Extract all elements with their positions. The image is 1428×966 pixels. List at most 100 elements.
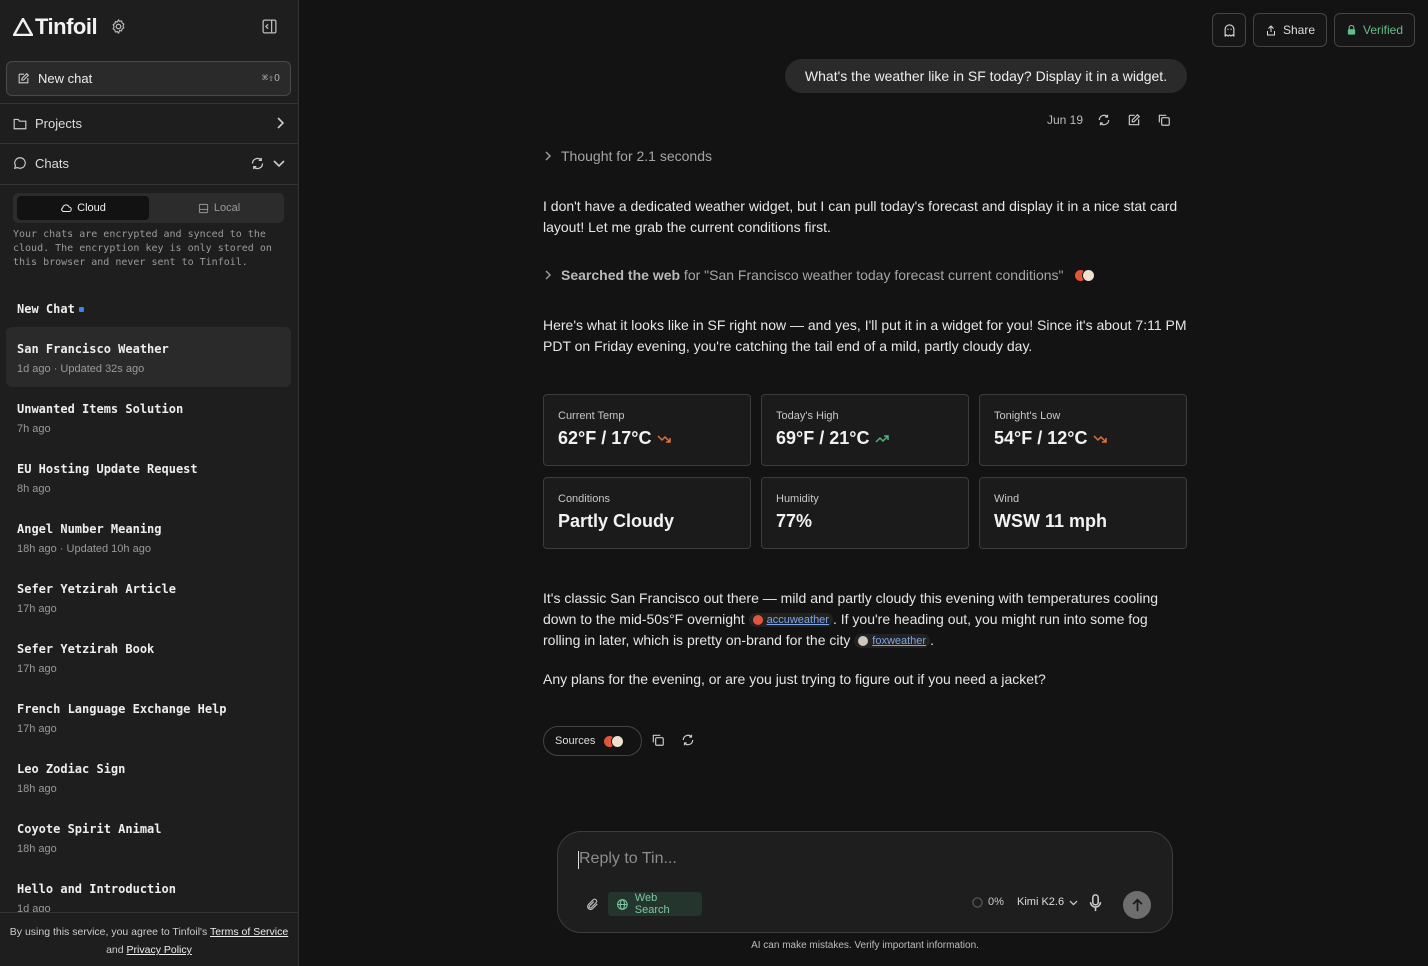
card-label: Tonight's Low — [994, 410, 1061, 422]
gear-icon[interactable] — [110, 18, 127, 35]
chat-subtitle: 7h ago — [17, 423, 51, 435]
thought-toggle[interactable]: Thought for 2.1 seconds — [543, 148, 712, 164]
list-item[interactable]: Unwanted Items Solution 7h ago — [6, 387, 291, 447]
favicon — [611, 734, 625, 748]
composer: Reply to Tin... Web Search 0% Kimi K2.6 — [557, 831, 1173, 933]
chat-title: Sefer Yetzirah Article — [17, 582, 176, 596]
assistant-intro: I don't have a dedicated weather widget,… — [543, 198, 1178, 235]
card-label: Conditions — [558, 493, 610, 505]
copy-icon[interactable] — [651, 733, 665, 747]
list-item[interactable]: EU Hosting Update Request 8h ago — [6, 447, 291, 507]
terms-link[interactable]: Terms of Service — [210, 926, 288, 938]
sidebar: Tinfoil New chat ⌘⇧O Projects Chats Clou… — [0, 0, 299, 966]
list-item[interactable]: New Chat — [6, 287, 291, 327]
verified-button[interactable]: Verified — [1334, 13, 1415, 47]
brand-name: Tinfoil — [35, 14, 98, 39]
list-item[interactable]: Angel Number Meaning 18h ago · Updated 10… — [6, 507, 291, 567]
unread-dot — [78, 307, 84, 312]
chat-title: Leo Zodiac Sign — [17, 762, 126, 776]
new-chat-shortcut: ⌘⇧O — [261, 73, 280, 84]
regenerate-icon[interactable] — [681, 733, 695, 747]
card-label: Wind — [994, 493, 1020, 505]
trend-down-icon — [657, 434, 672, 443]
card-label: Today's High — [776, 410, 839, 422]
microphone-icon[interactable] — [1089, 894, 1102, 912]
thought-label: Thought for 2.1 seconds — [561, 148, 712, 164]
logo[interactable]: Tinfoil — [13, 14, 98, 40]
list-item[interactable]: Sefer Yetzirah Book 17h ago — [6, 627, 291, 687]
chevron-down-icon[interactable] — [273, 158, 285, 168]
verified-label: Verified — [1362, 23, 1404, 37]
sync-icon[interactable] — [250, 156, 265, 171]
share-label: Share — [1282, 23, 1316, 37]
edit-icon[interactable] — [1127, 113, 1141, 127]
chat-subtitle: 17h ago — [17, 663, 57, 675]
chevron-right-icon — [545, 151, 552, 161]
card-value: 54°F / 12°C — [994, 428, 1088, 448]
source-favicons — [603, 734, 625, 748]
favicon — [1081, 268, 1095, 282]
list-item[interactable]: French Language Exchange Help 17h ago — [6, 687, 291, 747]
tinfoil-logo-icon — [13, 18, 33, 36]
projects-row[interactable]: Projects — [0, 104, 298, 142]
message-meta: Jun 19 — [1047, 113, 1171, 127]
ai-disclaimer: AI can make mistakes. Verify important i… — [751, 940, 979, 951]
chat-subtitle: 17h ago — [17, 603, 57, 615]
terms-and: and — [106, 944, 127, 956]
citation-link[interactable]: accuweather — [767, 610, 829, 631]
card-value: 77% — [776, 511, 813, 531]
chat-title: Coyote Spirit Animal — [17, 822, 162, 836]
chats-row[interactable]: Chats — [0, 144, 298, 182]
message-date: Jun 19 — [1047, 113, 1084, 127]
chat-subtitle: 17h ago — [17, 723, 57, 735]
sources-button[interactable]: Sources — [543, 726, 642, 756]
regenerate-icon[interactable] — [1097, 113, 1111, 127]
search-query: for "San Francisco weather today forecas… — [680, 267, 1064, 283]
folder-icon — [13, 118, 27, 129]
globe-icon — [617, 898, 628, 910]
send-button[interactable] — [1123, 891, 1151, 919]
local-tab-label: Local — [213, 202, 241, 214]
privacy-link[interactable]: Privacy Policy — [127, 944, 192, 956]
list-item[interactable]: Leo Zodiac Sign 18h ago — [6, 747, 291, 807]
favicon — [752, 615, 763, 626]
arrow-up-icon — [1132, 898, 1142, 912]
share-button[interactable]: Share — [1253, 13, 1327, 47]
citation-link[interactable]: foxweather — [872, 631, 926, 652]
list-item[interactable]: Sefer Yetzirah Article 17h ago — [6, 567, 291, 627]
chat-subtitle: 18h ago · Updated 10h ago — [17, 543, 151, 555]
chat-title: Angel Number Meaning — [17, 522, 162, 536]
copy-icon[interactable] — [1157, 113, 1171, 127]
storage-toggle: Cloud Local — [13, 193, 284, 223]
card-value: WSW 11 mph — [994, 511, 1108, 531]
new-chat-button[interactable]: New chat ⌘⇧O — [6, 61, 291, 96]
incognito-button[interactable] — [1212, 13, 1246, 47]
collapse-sidebar-icon[interactable] — [261, 18, 278, 35]
chat-subtitle: 1d ago · Updated 32s ago — [17, 363, 145, 375]
citation-chip[interactable]: foxweather — [854, 634, 931, 649]
reply-input[interactable]: Reply to Tin... — [579, 850, 677, 868]
web-search-toggle-button[interactable]: Web Search — [608, 892, 702, 916]
weather-card-today-high: Today's High 69°F / 21°C — [761, 394, 969, 466]
ghost-icon — [1224, 23, 1234, 37]
terms-prefix: By using this service, you agree to Tinf… — [9, 926, 211, 938]
paperclip-icon[interactable] — [585, 897, 599, 912]
card-value: 69°F / 21°C — [776, 428, 870, 448]
cloud-tab[interactable]: Cloud — [17, 196, 149, 220]
share-icon — [1266, 24, 1275, 35]
source-favicons — [1073, 268, 1095, 282]
chats-label: Chats — [35, 155, 69, 171]
divider — [0, 184, 298, 185]
list-item[interactable]: San Francisco Weather 1d ago · Updated 32… — [6, 327, 291, 387]
local-tab[interactable]: Local — [153, 196, 285, 220]
hard-drive-icon — [198, 203, 208, 213]
trend-up-icon — [875, 434, 890, 443]
model-selector[interactable]: Kimi K2.6 — [1017, 896, 1078, 908]
web-search-toggle[interactable]: Searched the web for "San Francisco weat… — [543, 267, 1095, 283]
favicon — [858, 636, 869, 647]
chat-title: New Chat — [17, 302, 75, 316]
list-item[interactable]: Coyote Spirit Animal 18h ago — [6, 807, 291, 867]
citation-chip[interactable]: accuweather — [748, 613, 833, 628]
weather-card-humidity: Humidity 77% — [761, 477, 969, 549]
search-summary: Searched the web for "San Francisco weat… — [561, 267, 1064, 283]
